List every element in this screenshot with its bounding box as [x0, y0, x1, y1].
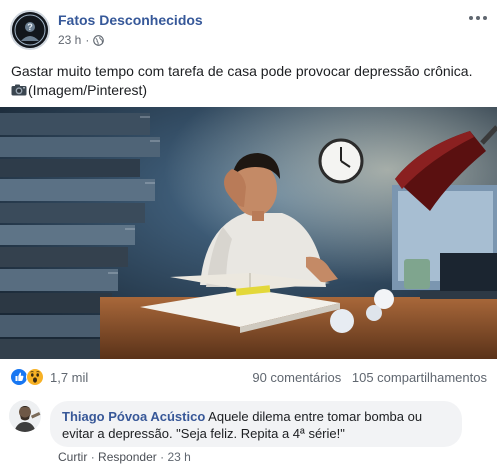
- globe-icon: [93, 34, 105, 46]
- svg-text:?: ?: [27, 22, 33, 32]
- action-separator: ·: [90, 450, 99, 464]
- comment-time[interactable]: 23 h: [167, 450, 190, 464]
- post-time[interactable]: 23 h: [58, 33, 81, 47]
- comment-bubble: Thiago Póvoa Acústico Aquele dilema entr…: [50, 401, 462, 447]
- commenter-avatar[interactable]: [9, 400, 41, 432]
- page-name-link[interactable]: Fatos Desconhecidos: [58, 12, 203, 28]
- reaction-icons[interactable]: [10, 368, 48, 386]
- more-options-button[interactable]: [467, 8, 489, 28]
- comment-reply-button[interactable]: Responder: [98, 450, 157, 464]
- post-body: Gastar muito tempo com tarefa de casa po…: [11, 62, 489, 100]
- shares-count-link[interactable]: 105 compartilhamentos: [352, 370, 487, 385]
- comment-like-button[interactable]: Curtir: [58, 450, 87, 464]
- dot-icon: [469, 16, 473, 20]
- divider: [0, 392, 497, 393]
- meta-separator: ·: [85, 33, 90, 47]
- comment-actions: Curtir · Responder · 23 h: [58, 450, 191, 464]
- reaction-count[interactable]: 1,7 mil: [50, 370, 88, 385]
- page-avatar[interactable]: ?: [10, 10, 50, 50]
- post-message: Gastar muito tempo com tarefa de casa po…: [11, 63, 473, 79]
- post-meta: 23 h ·: [58, 33, 105, 47]
- photo-credit: (Imagem/Pinterest): [28, 82, 148, 98]
- reactions-bar: 1,7 mil 90 comentários 105 compartilhame…: [0, 362, 497, 392]
- post-credit-line: (Imagem/Pinterest): [11, 81, 489, 100]
- post-header: ? Fatos Desconhecidos 23 h ·: [0, 0, 497, 56]
- wow-reaction-icon: [26, 368, 44, 386]
- comments-count-link[interactable]: 90 comentários: [252, 370, 341, 385]
- comment-author-link[interactable]: Thiago Póvoa Acústico: [62, 409, 205, 424]
- camera-icon: [11, 84, 27, 96]
- dot-icon: [476, 16, 480, 20]
- dot-icon: [483, 16, 487, 20]
- post-photo[interactable]: [0, 107, 497, 359]
- engagement-counts: 90 comentários 105 compartilhamentos: [252, 370, 487, 385]
- wall-clock: [318, 138, 364, 184]
